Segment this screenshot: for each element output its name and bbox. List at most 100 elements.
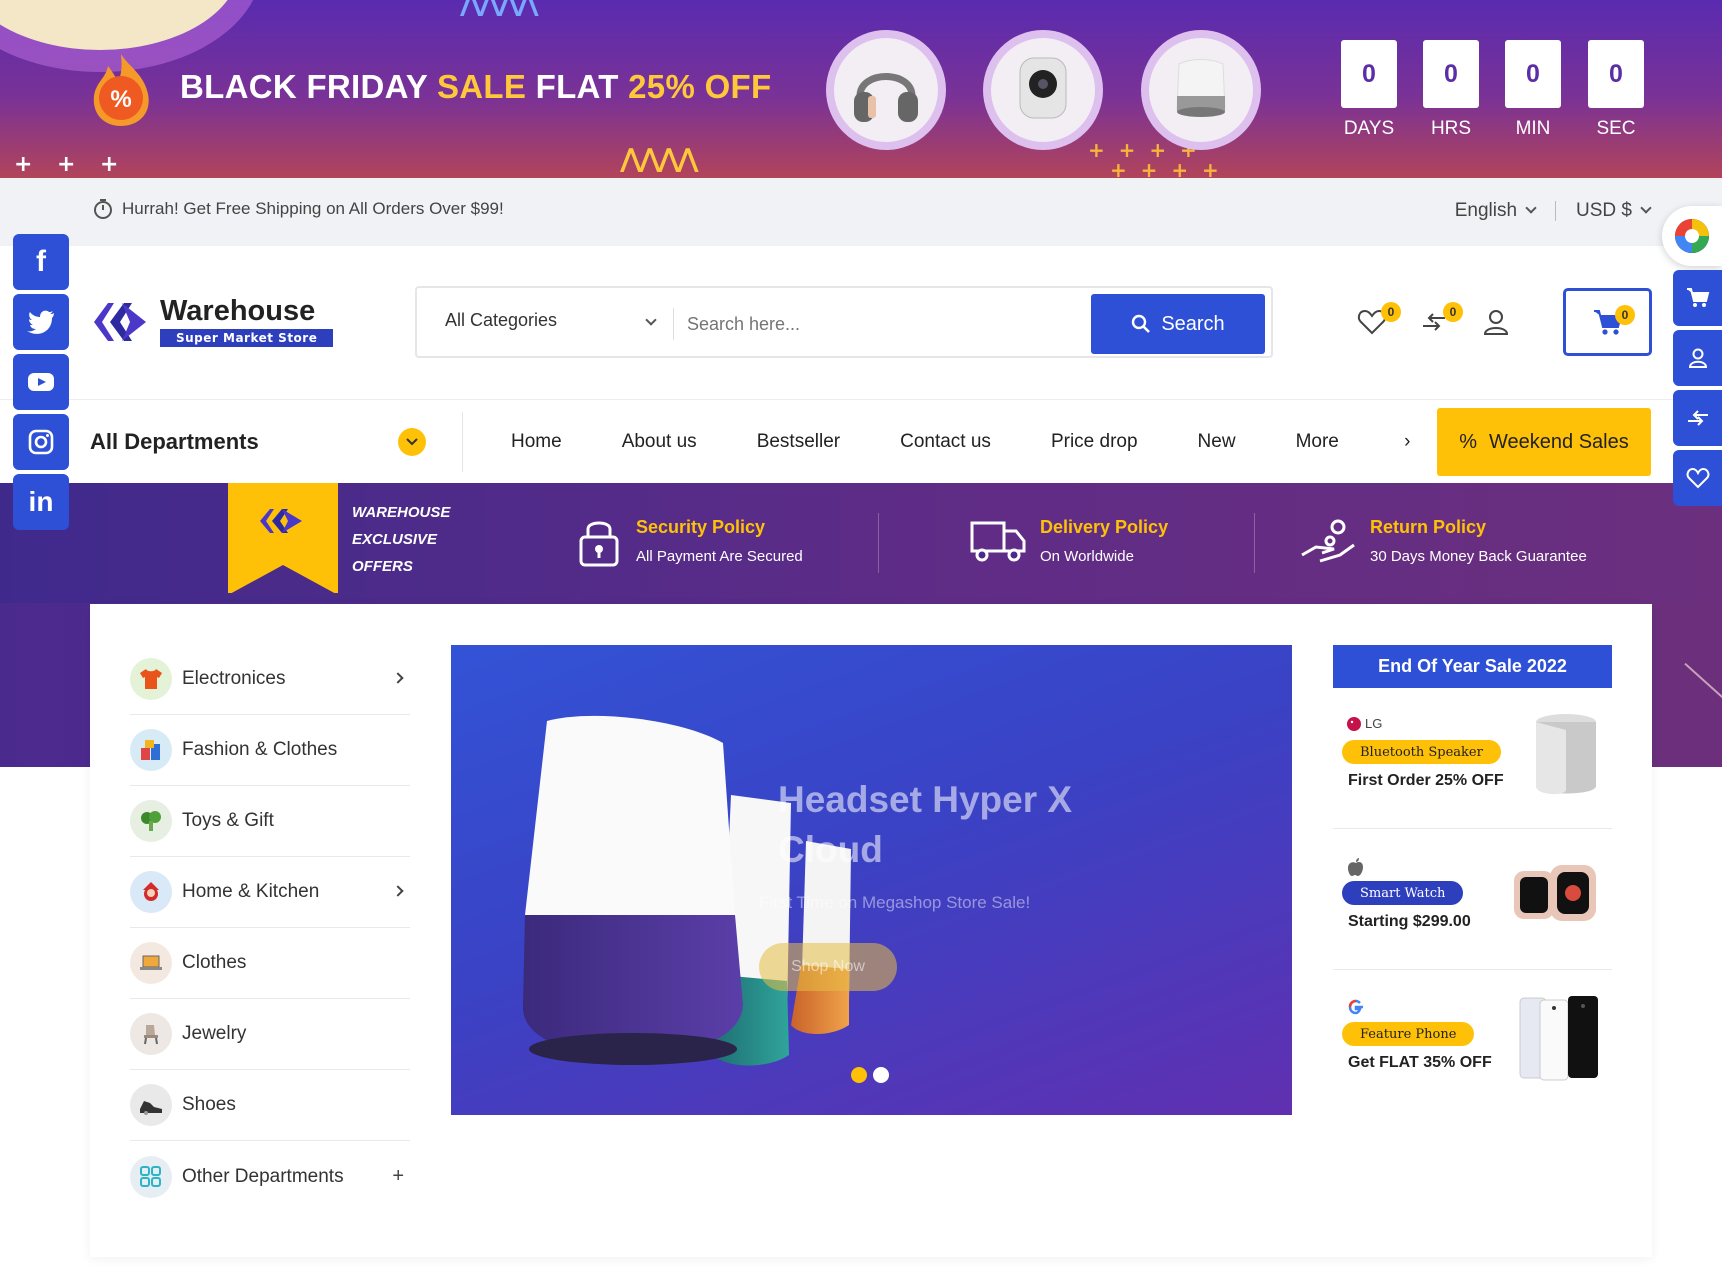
instagram-icon[interactable] [13,414,69,470]
floating-wishlist-button[interactable] [1673,450,1722,506]
category-item-fashion[interactable]: Fashion & Clothes [130,715,410,786]
zigzag-decoration: ⋀⋀⋀⋀ [620,144,699,174]
compare-count-badge: 0 [1443,302,1463,322]
zigzag-decoration: ⋀⋀⋀⋀ [460,0,539,18]
weekend-sales-button[interactable]: % Weekend Sales [1437,408,1651,476]
slider-dot-active[interactable] [851,1067,867,1083]
shop-now-button[interactable]: Shop Now [759,943,897,991]
product-pill: Smart Watch [1342,881,1464,905]
category-item-home-kitchen[interactable]: Home & Kitchen [130,857,410,928]
account-button[interactable] [1481,308,1515,338]
logo-mark-icon [260,509,302,533]
category-item-other[interactable]: Other Departments + [130,1141,410,1212]
site-logo[interactable]: Warehouse Super Market Store [92,296,334,347]
facebook-icon[interactable]: f [13,234,69,290]
percent-icon: % [1459,430,1478,453]
youtube-icon[interactable] [13,354,69,410]
policy-title: Delivery Policy [1040,517,1169,537]
shoe-icon [130,1084,172,1126]
promo-title: BLACK FRIDAY SALE FLAT 25% OFF [180,68,771,106]
search-input[interactable] [687,308,1087,340]
all-departments-toggle[interactable]: All Departments [90,400,430,484]
brand-apple [1347,857,1365,877]
locale-selectors: English USD $ [1454,200,1652,222]
nav-link-bestseller[interactable]: Bestseller [757,431,840,453]
promo-title-part: BLACK FRIDAY [180,68,437,105]
truck-icon [970,521,1026,562]
policy-title: Return Policy [1370,517,1487,537]
compare-button[interactable]: 0 [1419,302,1463,338]
floating-compare-button[interactable] [1673,390,1722,446]
logo-tagline: Super Market Store [160,329,334,347]
countdown-value: 0 [1341,40,1397,108]
chevron-right-icon [392,885,404,897]
countdown-label: DAYS [1343,118,1395,139]
countdown-label: SEC [1596,118,1636,139]
speaker-product-image [1536,714,1596,795]
stopwatch-icon [94,199,112,219]
category-list: Electronices Fashion & Clothes Toys & Gi… [130,644,410,1212]
category-item-clothes[interactable]: Clothes [130,928,410,999]
currency-select[interactable]: USD $ [1576,200,1652,222]
category-item-jewelry[interactable]: Jewelry [130,999,410,1070]
smart-speakers-image [522,715,851,1066]
search-bar: All Categories Search [415,286,1273,358]
slider-dot[interactable] [873,1067,889,1083]
user-icon [1688,348,1707,368]
floating-cart-button[interactable] [1673,270,1722,326]
floating-account-button[interactable] [1673,330,1722,386]
divider [878,513,879,573]
headphones-product-image [826,30,946,150]
category-label: Toys & Gift [182,810,274,831]
nav-link-new[interactable]: New [1198,431,1236,453]
countdown-hours: 0 HRS [1423,40,1479,140]
wishlist-button[interactable]: 0 [1357,302,1401,338]
promo-item-watch[interactable]: Smart Watch Starting $299.00 [1333,829,1612,970]
main-navigation: All Departments Home About us Bestseller… [0,399,1722,483]
policy-subtitle: All Payment Are Secured [636,548,803,565]
category-label: Electronices [182,668,286,689]
currency-value: USD $ [1576,200,1632,221]
chevron-down-icon [1640,202,1652,214]
category-item-shoes[interactable]: Shoes [130,1070,410,1141]
camera-product-image [983,30,1103,150]
brand-name: LG [1365,716,1383,731]
nav-link-home[interactable]: Home [511,431,562,453]
hero-slider[interactable]: Headset Hyper X Cloud First Time on Mega… [451,645,1292,1115]
divider [462,412,463,472]
search-button-label: Search [1161,312,1225,335]
color-switcher-button[interactable] [1662,206,1722,266]
twitter-icon[interactable] [13,294,69,350]
nav-link-price-drop[interactable]: Price drop [1051,431,1138,453]
nav-link-about[interactable]: About us [622,431,697,453]
search-button[interactable]: Search [1091,294,1265,354]
smart-speaker-product-image [1141,30,1261,150]
grid-icon [130,1155,172,1198]
heart-icon [1686,467,1709,489]
cart-button[interactable]: 0 [1563,288,1652,356]
category-item-toys[interactable]: Toys & Gift [130,786,410,857]
smartwatch-product-image [1514,865,1596,921]
language-value: English [1454,200,1518,221]
nav-link-more-label: More [1295,431,1339,452]
category-select-value: All Categories [445,310,558,330]
category-label: Shoes [182,1094,236,1115]
language-select[interactable]: English [1454,200,1537,222]
countdown-value: 0 [1423,40,1479,108]
promo-item-phone[interactable]: Feature Phone Get FLAT 35% OFF [1333,970,1612,1111]
nav-link-contact[interactable]: Contact us [900,431,991,453]
linkedin-icon[interactable]: in [13,474,69,530]
divider [1254,513,1255,573]
category-item-electronics[interactable]: Electronices [130,644,410,715]
chevron-right-icon [392,672,404,684]
category-select[interactable]: All Categories [445,310,657,331]
all-departments-label: All Departments [90,429,259,454]
sale-heading: End Of Year Sale 2022 [1333,645,1612,688]
search-icon [1132,314,1151,333]
lock-icon [579,521,619,567]
promo-title-highlight: 25% OFF [628,68,772,105]
chevron-down-icon [1525,202,1537,214]
lg-logo-icon [1347,716,1361,731]
promo-item-speaker[interactable]: LG Bluetooth Speaker First Order 25% OFF [1333,688,1612,829]
weekend-sales-label: Weekend Sales [1489,430,1629,453]
